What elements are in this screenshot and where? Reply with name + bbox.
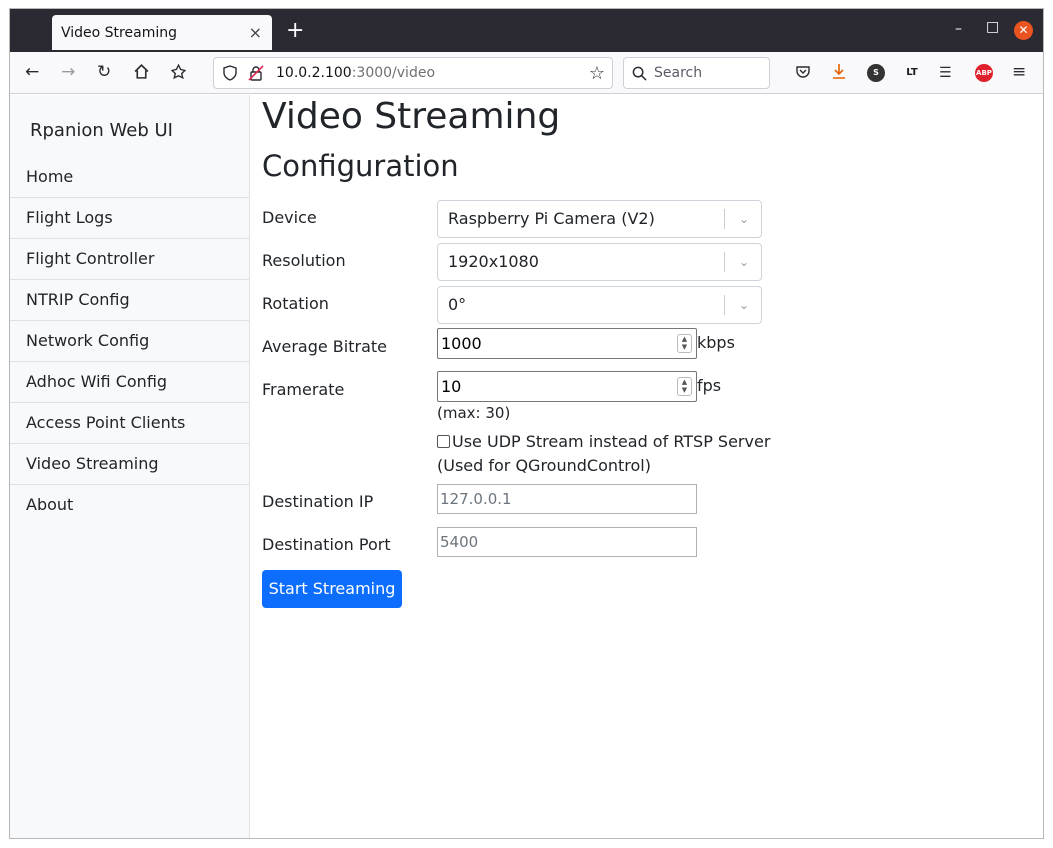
extensions-icon[interactable] [170, 63, 187, 80]
destination-ip-input[interactable]: 127.0.0.1 [437, 484, 697, 514]
tracking-shield-icon[interactable] [222, 65, 238, 81]
sidebar-item-flight-controller[interactable]: Flight Controller [10, 239, 250, 280]
sidebar-item-adhoc-wifi-config[interactable]: Adhoc Wifi Config [10, 362, 250, 403]
languagetool-icon[interactable]: LT [903, 64, 921, 82]
browser-window: Video Streaming × + – □ ✕ ← → ↻ 10.0.2.1… [9, 8, 1044, 839]
udp-checkbox-label: Use UDP Stream instead of RTSP Server [452, 432, 771, 451]
sidebar-item-network-config[interactable]: Network Config [10, 321, 250, 362]
back-arrow-icon[interactable]: ← [25, 62, 39, 82]
framerate-unit: fps [697, 376, 722, 395]
resolution-label: Resolution [262, 251, 346, 270]
adblock-icon[interactable]: ABP [975, 64, 993, 82]
sidebar-item-home[interactable]: Home [10, 157, 250, 198]
url-path: :3000/video [351, 65, 436, 81]
rotation-select[interactable]: 0° ⌄ [437, 286, 762, 324]
sidebar-item-access-point-clients[interactable]: Access Point Clients [10, 403, 250, 444]
select-separator [724, 295, 725, 315]
url-host: 10.0.2.100 [276, 65, 352, 81]
sidebar-item-ntrip-config[interactable]: NTRIP Config [10, 280, 250, 321]
sync-account-icon[interactable]: S [867, 64, 885, 82]
sidebar-item-flight-logs[interactable]: Flight Logs [10, 198, 250, 239]
url-bar[interactable]: 10.0.2.100:3000/video ☆ [213, 57, 613, 89]
device-value: Raspberry Pi Camera (V2) [448, 209, 655, 228]
chevron-down-icon[interactable]: ⌄ [739, 201, 749, 237]
forward-arrow-icon[interactable]: → [61, 62, 75, 82]
tab-title: Video Streaming [61, 24, 177, 41]
minimize-icon[interactable]: – [955, 21, 962, 37]
close-tab-icon[interactable]: × [249, 23, 262, 42]
framerate-value: 10 [441, 377, 462, 396]
resolution-value: 1920x1080 [448, 252, 539, 271]
maximize-icon[interactable]: □ [986, 19, 999, 35]
framerate-max-note: (max: 30) [437, 404, 511, 422]
close-window-icon[interactable]: ✕ [1014, 21, 1033, 40]
hamburger-menu-icon[interactable]: ≡ [1012, 62, 1026, 82]
insecure-lock-icon[interactable] [248, 65, 264, 81]
bitrate-label: Average Bitrate [262, 337, 387, 356]
sidebar: Rpanion Web UI Home Flight Logs Flight C… [10, 95, 250, 838]
nav-toolbar: ← → ↻ 10.0.2.100:3000/video ☆ Search S L… [10, 52, 1043, 94]
bitrate-unit: kbps [697, 333, 735, 352]
resolution-select[interactable]: 1920x1080 ⌄ [437, 243, 762, 281]
brand-title[interactable]: Rpanion Web UI [30, 120, 173, 141]
framerate-label: Framerate [262, 380, 345, 399]
select-separator [724, 252, 725, 272]
title-bar: Video Streaming × + – □ ✕ [10, 9, 1043, 52]
tab-video-streaming[interactable]: Video Streaming × [52, 15, 272, 50]
select-separator [724, 209, 725, 229]
spinner-icon[interactable]: ▲ ▼ [677, 334, 692, 353]
home-icon[interactable] [133, 63, 150, 80]
reload-icon[interactable]: ↻ [97, 62, 111, 82]
bitrate-value: 1000 [441, 334, 482, 353]
chevron-down-icon[interactable]: ⌄ [739, 244, 749, 280]
destination-port-label: Destination Port [262, 535, 391, 554]
new-tab-icon[interactable]: + [286, 18, 304, 43]
device-select[interactable]: Raspberry Pi Camera (V2) ⌄ [437, 200, 762, 238]
destination-port-placeholder: 5400 [440, 533, 479, 551]
rotation-value: 0° [448, 295, 467, 314]
framerate-input[interactable]: 10 ▲ ▼ [437, 371, 697, 402]
download-icon[interactable] [831, 63, 847, 80]
destination-ip-label: Destination IP [262, 492, 374, 511]
start-streaming-button[interactable]: Start Streaming [262, 570, 402, 608]
search-placeholder: Search [654, 65, 703, 81]
rotation-label: Rotation [262, 294, 329, 313]
sidebar-item-video-streaming[interactable]: Video Streaming [10, 444, 250, 485]
sidebar-item-about[interactable]: About [10, 485, 250, 526]
search-icon [632, 66, 647, 81]
pocket-icon[interactable] [795, 64, 811, 80]
url-text: 10.0.2.100:3000/video [276, 65, 435, 81]
destination-ip-placeholder: 127.0.0.1 [440, 490, 512, 508]
search-input[interactable]: Search [623, 57, 770, 89]
page-title: Video Streaming [262, 96, 561, 137]
udp-checkbox-row[interactable]: Use UDP Stream instead of RTSP Server [437, 432, 770, 451]
star-icon[interactable]: ☆ [589, 63, 605, 84]
library-icon[interactable]: ☰ [939, 63, 952, 83]
section-title: Configuration [262, 149, 459, 183]
udp-checkbox[interactable] [437, 435, 450, 448]
page-content: Rpanion Web UI Home Flight Logs Flight C… [10, 95, 1043, 838]
bitrate-input[interactable]: 1000 ▲ ▼ [437, 328, 697, 359]
spinner-icon[interactable]: ▲ ▼ [677, 377, 692, 396]
sidebar-menu: Home Flight Logs Flight Controller NTRIP… [10, 157, 250, 526]
device-label: Device [262, 208, 317, 227]
destination-port-input[interactable]: 5400 [437, 527, 697, 557]
udp-note: (Used for QGroundControl) [437, 456, 651, 475]
chevron-down-icon[interactable]: ⌄ [739, 287, 749, 323]
